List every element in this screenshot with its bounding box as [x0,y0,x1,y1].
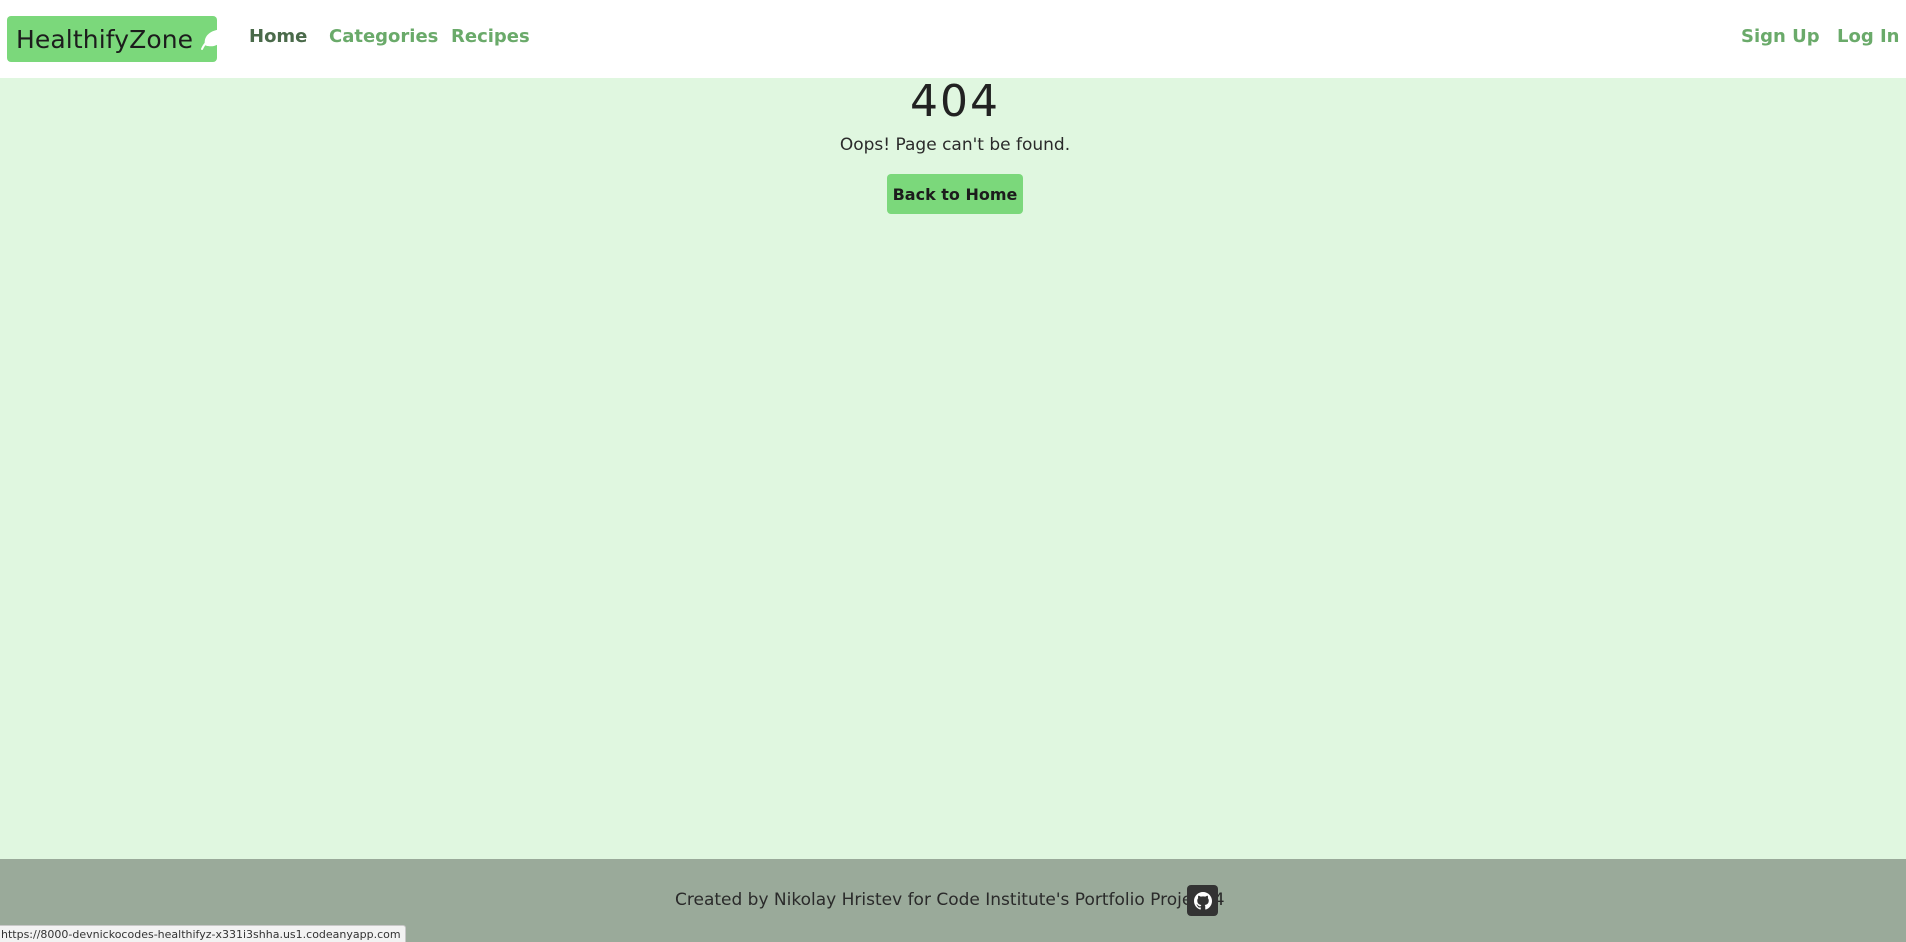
nav-link-categories[interactable]: Categories [329,26,438,47]
back-to-home-button[interactable]: Back to Home [887,174,1023,214]
status-bar-url: https://8000-devnickocodes-healthifyz-x3… [0,925,406,942]
error-code-heading: 404 [910,76,1000,127]
footer-credits: Created by Nikolay Hristev for Code Inst… [675,890,1225,910]
navbar: HealthifyZone Home Categories Recipes Si… [0,0,1906,78]
error-message: Oops! Page can't be found. [839,135,1071,155]
log-in-link[interactable]: Log In [1837,26,1900,47]
main-content: 404 Oops! Page can't be found. Back to H… [0,78,1906,859]
github-link[interactable] [1187,885,1218,916]
leaf-icon [199,27,227,51]
nav-link-home[interactable]: Home [249,26,307,47]
brand-logo-link[interactable]: HealthifyZone [7,16,226,62]
brand-name: HealthifyZone [16,24,194,54]
github-icon [1193,891,1212,910]
sign-up-link[interactable]: Sign Up [1741,26,1820,47]
nav-link-recipes[interactable]: Recipes [451,26,530,47]
